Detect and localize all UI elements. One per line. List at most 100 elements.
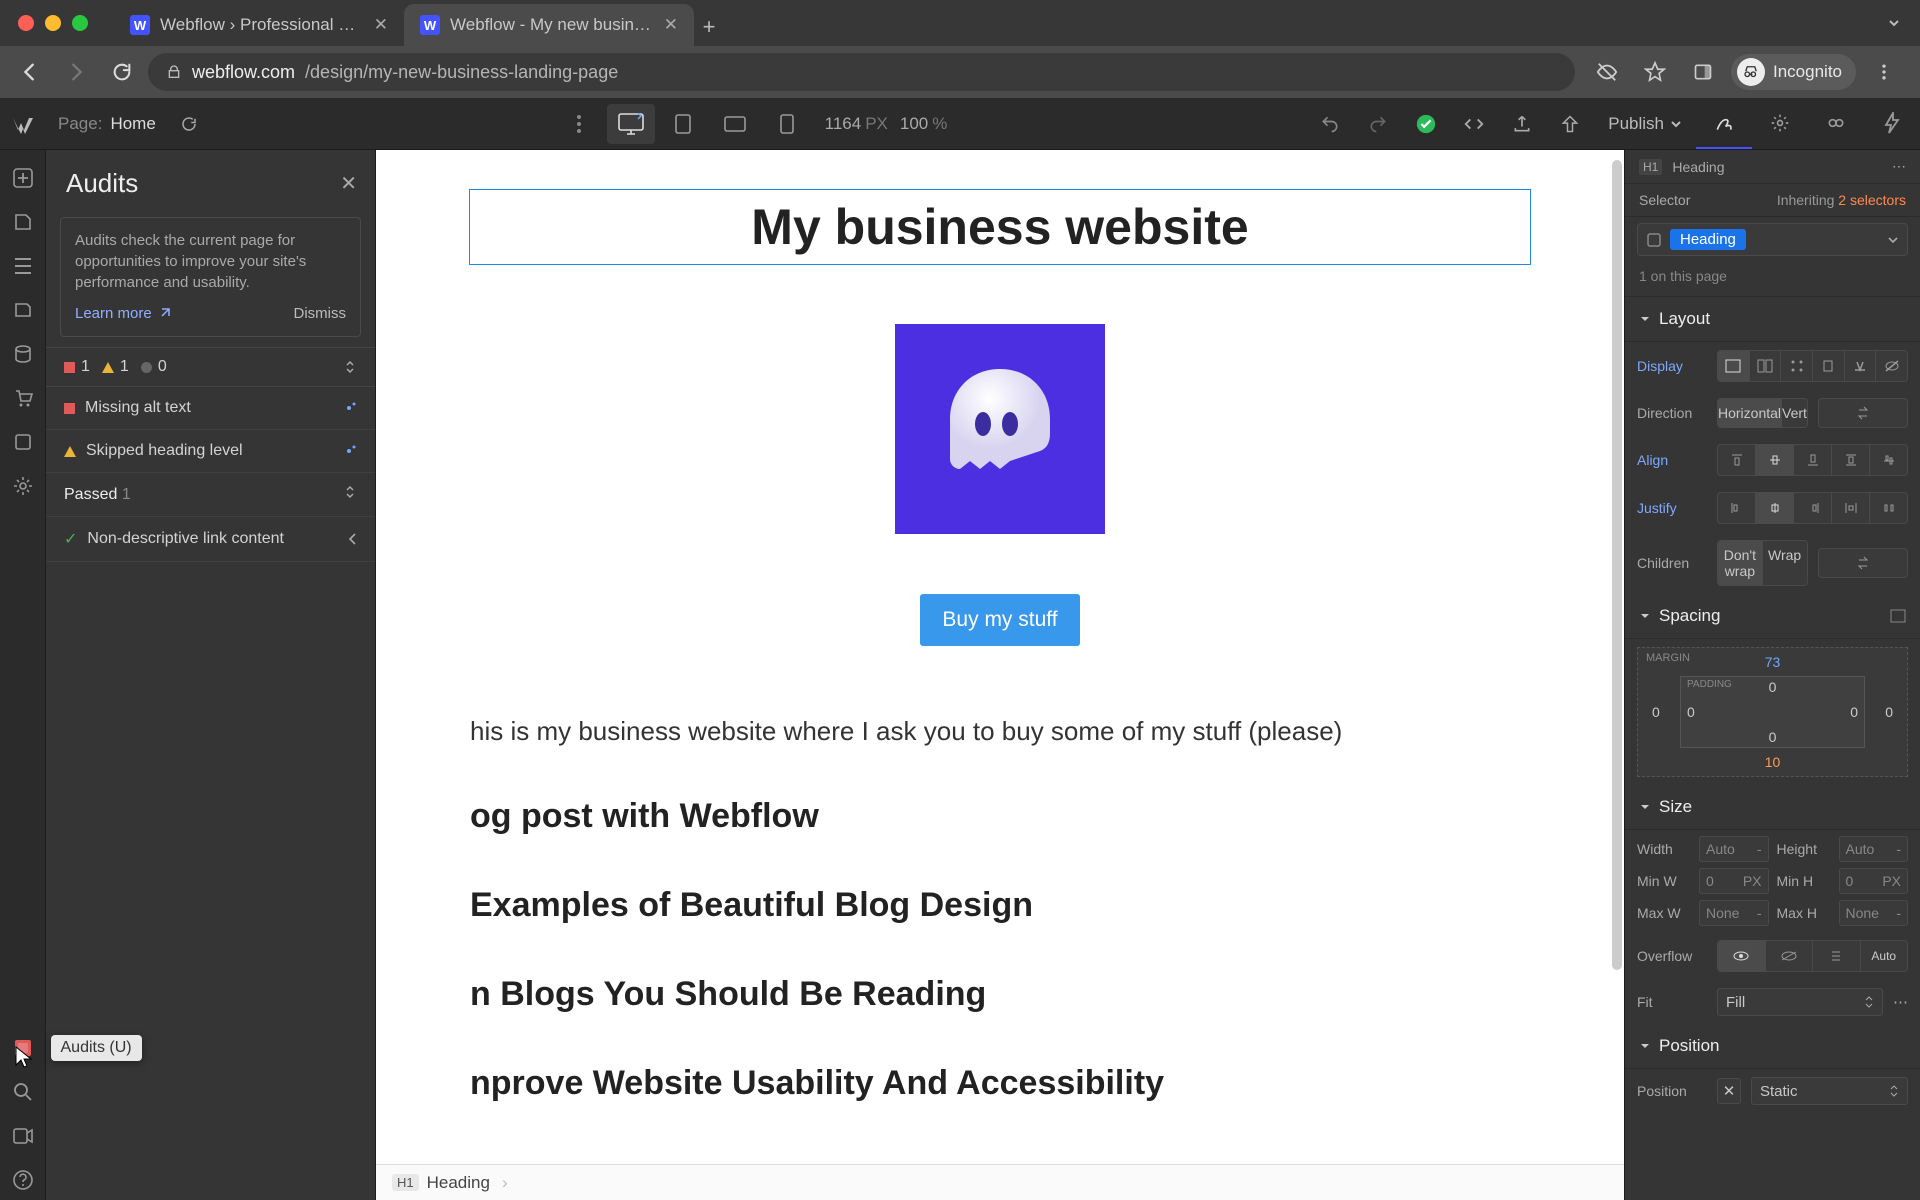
new-tab-button[interactable]: +: [694, 14, 724, 46]
logo-image[interactable]: [895, 324, 1105, 534]
locate-icon[interactable]: [341, 400, 357, 416]
post-heading[interactable]: n Blogs You Should Be Reading: [470, 975, 1530, 1014]
forward-button[interactable]: [56, 52, 96, 92]
share-icon[interactable]: [1546, 98, 1594, 149]
canvas-dimensions[interactable]: 1164 PX 100 %: [815, 114, 958, 134]
components-icon[interactable]: [5, 290, 41, 330]
expand-icon[interactable]: [343, 360, 357, 374]
position-select[interactable]: Static: [1751, 1077, 1908, 1105]
canvas-scrollbar[interactable]: [1612, 160, 1622, 970]
users-icon[interactable]: [5, 422, 41, 462]
hero-heading[interactable]: My business website: [470, 190, 1530, 264]
breakpoint-landscape[interactable]: [711, 104, 759, 144]
learn-more-link[interactable]: Learn more: [75, 303, 170, 324]
position-reset[interactable]: ✕: [1717, 1078, 1741, 1104]
status-ok-icon[interactable]: [1402, 98, 1450, 149]
chevron-left-icon[interactable]: [347, 532, 357, 546]
browser-tab-1[interactable]: W Webflow - My new business la ✕: [404, 4, 694, 46]
kebab-icon[interactable]: [1864, 52, 1904, 92]
tab-overflow-icon[interactable]: [1868, 15, 1920, 31]
passed-header[interactable]: Passed 1: [46, 473, 375, 517]
incognito-badge[interactable]: Incognito: [1731, 54, 1856, 90]
code-icon[interactable]: [1450, 98, 1498, 149]
macos-max[interactable]: [72, 15, 88, 31]
cms-icon[interactable]: [5, 334, 41, 374]
align-buttons[interactable]: [1717, 444, 1908, 476]
publish-button[interactable]: Publish: [1594, 98, 1696, 149]
chevron-down-icon[interactable]: [1887, 234, 1899, 246]
display-grid[interactable]: [1781, 351, 1813, 381]
help-icon[interactable]: [5, 1160, 41, 1200]
breakpoint-menu-icon[interactable]: [555, 98, 603, 149]
breakpoint-desktop[interactable]: [607, 104, 655, 144]
selector-field[interactable]: Heading: [1637, 223, 1908, 256]
maxw-input[interactable]: None-: [1699, 900, 1769, 926]
audits-icon[interactable]: Audits (U): [5, 1028, 41, 1068]
navigator-icon[interactable]: [5, 246, 41, 286]
display-block[interactable]: [1718, 351, 1750, 381]
export-icon[interactable]: [1498, 98, 1546, 149]
breadcrumb-item[interactable]: H1 Heading: [380, 1173, 502, 1193]
post-heading[interactable]: nprove Website Usability And Accessibili…: [470, 1064, 1530, 1103]
back-button[interactable]: [10, 52, 50, 92]
post-heading[interactable]: og post with Webflow: [470, 797, 1530, 836]
audits-summary[interactable]: 1 1 0: [46, 347, 375, 387]
overflow-buttons[interactable]: Auto: [1717, 940, 1908, 972]
effects-tab[interactable]: [1864, 98, 1920, 149]
direction-seg[interactable]: Horizontal Vertical: [1717, 398, 1808, 428]
redo-icon[interactable]: [1354, 98, 1402, 149]
side-panel-icon[interactable]: [1683, 52, 1723, 92]
webflow-logo[interactable]: [0, 98, 46, 149]
width-input[interactable]: Auto-: [1699, 836, 1769, 862]
macos-close[interactable]: [18, 15, 34, 31]
more-icon[interactable]: ⋯: [1892, 158, 1906, 175]
wrap-reverse[interactable]: [1818, 548, 1909, 578]
size-section[interactable]: Size: [1625, 785, 1920, 830]
height-input[interactable]: Auto-: [1839, 836, 1909, 862]
selector-tag[interactable]: Heading: [1670, 229, 1746, 250]
canvas[interactable]: My business website Buy my stuff his is …: [376, 150, 1624, 1200]
display-inline-block[interactable]: [1813, 351, 1845, 381]
display-buttons[interactable]: [1717, 350, 1908, 382]
fit-more-icon[interactable]: ⋯: [1893, 993, 1908, 1011]
breakpoint-mobile[interactable]: [763, 104, 811, 144]
inheriting-link[interactable]: 2 selectors: [1838, 192, 1906, 208]
close-tab-icon[interactable]: ✕: [374, 15, 388, 35]
add-element-icon[interactable]: [5, 158, 41, 198]
page-name[interactable]: Home: [110, 114, 155, 134]
eye-off-icon[interactable]: [1587, 52, 1627, 92]
undo-icon[interactable]: [1306, 98, 1354, 149]
search-icon[interactable]: [5, 1072, 41, 1112]
audit-item[interactable]: Missing alt text: [46, 387, 375, 430]
assets-icon[interactable]: [5, 466, 41, 506]
wrap-seg[interactable]: Don't wrap Wrap: [1717, 540, 1808, 586]
close-panel-icon[interactable]: ✕: [340, 171, 357, 196]
settings-tab[interactable]: [1752, 98, 1808, 149]
breakpoint-tablet[interactable]: [659, 104, 707, 144]
style-tab[interactable]: [1696, 98, 1752, 149]
overflow-visible[interactable]: [1718, 941, 1766, 971]
reload-button[interactable]: [102, 52, 142, 92]
post-heading[interactable]: Examples of Beautiful Blog Design: [470, 886, 1530, 925]
close-tab-icon[interactable]: ✕: [664, 15, 678, 35]
display-flex[interactable]: [1750, 351, 1782, 381]
fit-select[interactable]: Fill: [1717, 988, 1883, 1016]
justify-buttons[interactable]: [1717, 492, 1908, 524]
overflow-hidden[interactable]: [1766, 941, 1814, 971]
minh-input[interactable]: 0PX: [1839, 868, 1909, 894]
spacing-expand-icon[interactable]: [1890, 609, 1906, 623]
star-icon[interactable]: [1635, 52, 1675, 92]
macos-min[interactable]: [45, 15, 61, 31]
ecommerce-icon[interactable]: [5, 378, 41, 418]
display-inline[interactable]: [1845, 351, 1877, 381]
interactions-tab[interactable]: [1808, 98, 1864, 149]
direction-reverse[interactable]: [1818, 398, 1909, 428]
passed-item[interactable]: ✓Non-descriptive link content: [46, 517, 375, 562]
intro-text[interactable]: his is my business website where I ask y…: [470, 716, 1530, 747]
overflow-auto[interactable]: Auto: [1861, 941, 1908, 971]
locate-icon[interactable]: [341, 443, 357, 459]
url-field[interactable]: webflow.com/design/my-new-business-landi…: [148, 53, 1575, 91]
maxh-input[interactable]: None-: [1839, 900, 1909, 926]
browser-tab-0[interactable]: W Webflow › Professional Freelan ✕: [114, 4, 404, 46]
display-none[interactable]: [1876, 351, 1907, 381]
